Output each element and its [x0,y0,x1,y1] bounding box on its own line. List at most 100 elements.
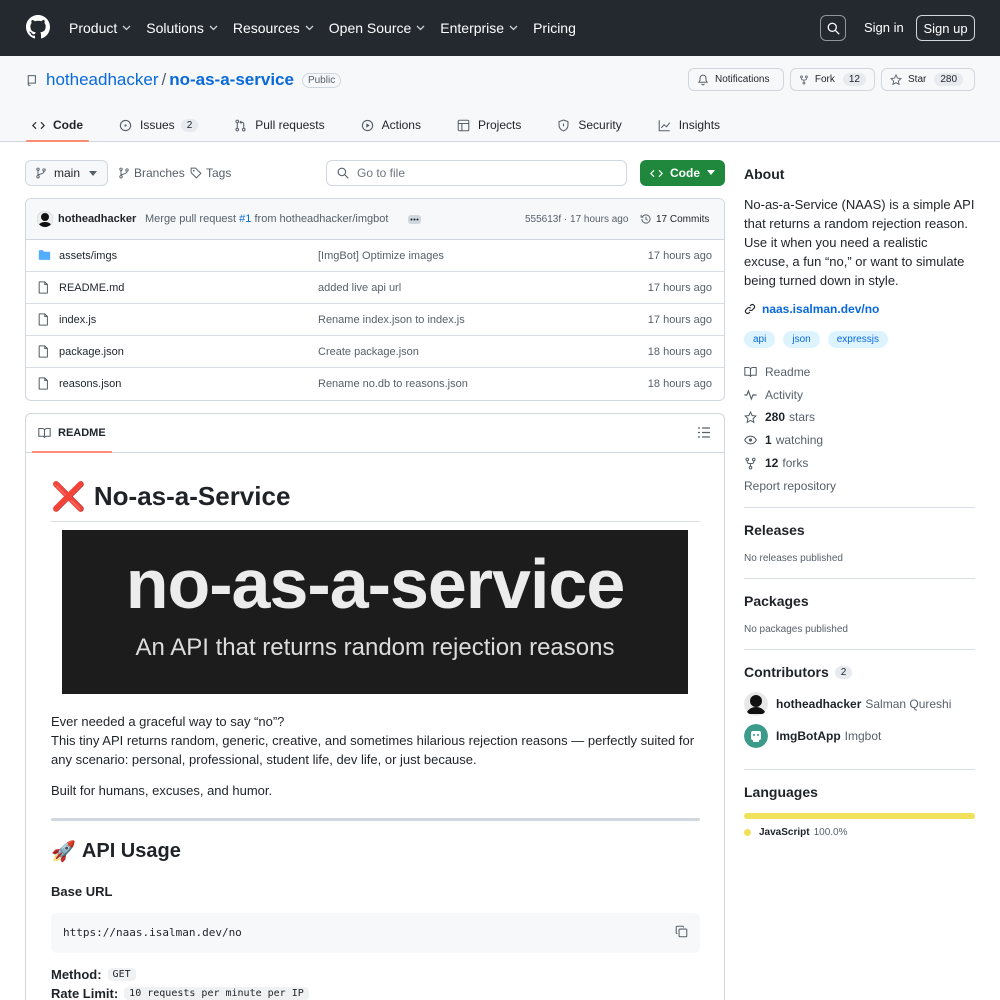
commits-link[interactable]: 17 Commits [640,213,709,225]
topic-api[interactable]: api [744,331,776,348]
file-name-link[interactable]: reasons.json [59,378,121,390]
code-dropdown-button[interactable]: Code [640,160,725,186]
nav-product[interactable]: Product [69,20,131,36]
code-icon [650,169,663,177]
tab-projects[interactable]: Projects [451,108,527,142]
repo-owner-link[interactable]: hotheadhacker [46,70,158,90]
repo-icon [27,74,36,86]
nav-resources[interactable]: Resources [233,20,314,36]
copy-icon[interactable] [675,925,688,938]
activity-link[interactable]: Activity [744,388,803,402]
stars-link[interactable]: 280 stars [744,410,815,424]
header-nav: Product Solutions Resources Open Source … [69,0,591,56]
topic-expressjs[interactable]: expressjs [827,331,888,348]
fork-label: Fork [814,74,835,85]
file-commit-message-link[interactable]: Rename index.json to index.js [318,314,465,326]
branch-icon [36,167,46,179]
tab-label: Projects [477,118,522,132]
github-logo-icon[interactable] [26,15,50,39]
commit-pr-link[interactable]: #1 [239,213,251,225]
file-row: package.json Create package.json 18 hours … [26,336,724,368]
outline-list-icon[interactable] [698,427,710,438]
file-commit-message-link[interactable]: Rename no.db to reasons.json [318,378,468,390]
file-row: reasons.json Rename no.db to reasons.json… [26,368,724,400]
tag-icon [190,167,202,179]
chevron-down-icon [305,25,314,31]
search-button[interactable] [820,15,846,41]
file-name-link[interactable]: README.md [59,282,124,294]
file-type [38,377,49,390]
file-name-link[interactable]: package.json [59,346,124,358]
commit-message[interactable]: Merge pull request #1 from hotheadhacker… [145,213,388,225]
watching-count: 1 [765,433,772,447]
nav-solutions[interactable]: Solutions [146,20,218,36]
packages-heading[interactable]: Packages [744,593,809,609]
sidebar-divider [744,578,975,579]
search-icon [827,22,840,35]
readme-panel: README ❌ No-as-a-Service no-as-a-service… [25,413,725,1000]
nav-pricing[interactable]: Pricing [533,20,576,36]
watching-link[interactable]: 1 watching [744,433,823,447]
banner-title: no-as-a-service [125,545,626,623]
issues-count: 2 [180,118,199,132]
file-commit-message-link[interactable]: [ImgBot] Optimize images [318,250,444,262]
ellipsis-button[interactable] [408,215,421,224]
readme-title-text: No-as-a-Service [93,481,291,511]
tab-label: Pull requests [255,118,325,132]
file-rows: assets/imgs [ImgBot] Optimize images 17 ho… [26,240,724,400]
notifications-button[interactable]: Notifications [688,68,784,91]
file-row: README.md added live api url 17 hours ago [26,272,724,304]
report-repository-link[interactable]: Report repository [744,479,836,493]
nav-open-source[interactable]: Open Source [329,20,426,36]
issue-icon [119,119,132,131]
readme-divider [51,818,700,821]
star-button[interactable]: Star 280 [881,68,975,91]
file-type [38,281,49,294]
branch-selector[interactable]: main [25,160,108,186]
file-type [38,249,51,261]
tab-actions[interactable]: Actions [355,108,427,142]
nav-enterprise[interactable]: Enterprise [440,20,518,36]
file-name-link[interactable]: assets/imgs [59,250,117,262]
branches-link[interactable]: Branches [118,166,185,180]
tab-issues[interactable]: Issues 2 [113,108,204,142]
language-item[interactable]: JavaScript 100.0% [744,827,848,838]
repo-name-link[interactable]: no-as-a-service [169,70,294,90]
fork-button[interactable]: Fork 12 [790,68,875,91]
sidebar-divider [744,649,975,650]
tab-insights[interactable]: Insights [652,108,726,142]
homepage-link[interactable]: naas.isalman.dev/no [744,302,879,316]
sign-up-button[interactable]: Sign up [916,15,975,41]
contributors-heading[interactable]: Contributors 2 [744,664,853,680]
tab-label: Code [53,118,83,132]
go-to-file-input[interactable]: Go to file [326,160,627,186]
contributor-item[interactable]: hotheadhacker Salman Qureshi [744,692,951,716]
packages-title: Packages [744,593,809,609]
report-repository-label: Report repository [744,479,837,493]
contributor-item[interactable]: ImgBotApp Imgbot [744,724,881,748]
file-commit-message-link[interactable]: added live api url [318,282,401,294]
commit-hash-time[interactable]: 555613f · 17 hours ago [525,214,628,225]
branch-name: main [54,166,81,180]
tab-pull-requests[interactable]: Pull requests [228,108,330,142]
tab-code[interactable]: Code [26,108,89,142]
readme-tab[interactable]: README [32,414,112,453]
tab-security[interactable]: Security [551,108,627,142]
releases-heading[interactable]: Releases [744,522,805,538]
readme-link[interactable]: Readme [744,365,810,379]
readme-tagline: Built for humans, excuses, and humor. [51,783,273,798]
caret-down-icon [707,170,715,175]
topic-json[interactable]: json [783,331,820,348]
file-commit-message-link[interactable]: Create package.json [318,346,419,358]
tags-link[interactable]: Tags [190,166,231,180]
file-name-link[interactable]: index.js [59,314,96,326]
pull-request-icon [235,119,246,131]
author-avatar[interactable] [37,211,53,227]
commit-author-link[interactable]: hotheadhacker [58,213,136,225]
languages-title: Languages [744,784,818,800]
forks-link[interactable]: 12 forks [744,456,808,470]
sign-in-link[interactable]: Sign in [864,20,904,35]
avatar [744,724,768,748]
base-url-text: https://naas.isalman.dev/no [63,926,242,939]
releases-empty: No releases published [744,553,843,564]
